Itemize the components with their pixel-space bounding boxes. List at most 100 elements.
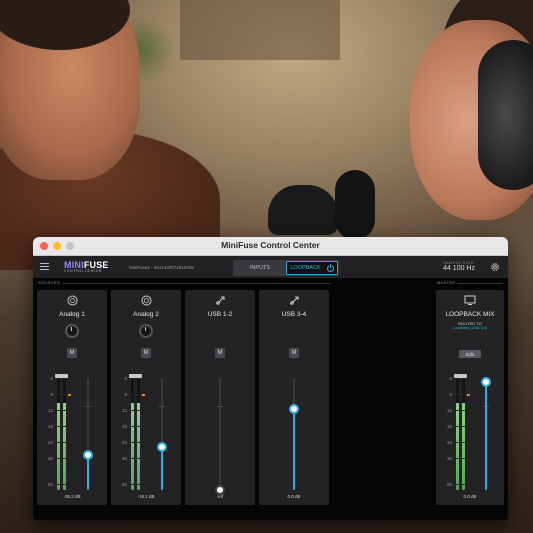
- meter-tick: [57, 378, 60, 379]
- meter-tick: [137, 458, 140, 459]
- meter-tick: [63, 484, 66, 485]
- gain-knob[interactable]: [65, 324, 79, 338]
- meter-scale-label: 12: [47, 408, 53, 413]
- brand-sub: CONTROL CENTER: [64, 269, 102, 273]
- meter-tick: [456, 458, 459, 459]
- tab-inputs[interactable]: INPUTS: [234, 261, 286, 275]
- meter-tick: [456, 426, 459, 427]
- meter-tick: [137, 394, 140, 395]
- meter-scale-label: 18: [121, 424, 127, 429]
- brand-logo: MINIFUSE CONTROL CENTER: [64, 260, 109, 273]
- meter-scale-label: 0: [449, 376, 452, 381]
- volume-fader-handle[interactable]: [83, 450, 93, 460]
- volume-fader-unity-mark: [217, 406, 223, 407]
- shelf: [180, 0, 340, 60]
- meter-fill: [456, 403, 459, 490]
- channel-strip: USB 1-2 M -inf: [185, 290, 255, 505]
- usb-icon: [185, 295, 255, 306]
- menu-icon[interactable]: [40, 263, 49, 272]
- meter-tick: [137, 426, 140, 427]
- meter-scale-label: 0: [124, 376, 127, 381]
- meter-tick: [131, 442, 134, 443]
- channel-name: USB 3-4: [281, 311, 307, 318]
- mute-button[interactable]: M: [67, 348, 77, 358]
- tab-loopback-label: LOOPBACK: [290, 265, 321, 271]
- clip-indicator: [467, 394, 470, 396]
- headphones: [478, 40, 533, 190]
- master-divider: [457, 283, 503, 284]
- mic-icon: [111, 295, 181, 306]
- volume-fader-handle[interactable]: [157, 442, 167, 452]
- edit-button[interactable]: Edit: [459, 350, 481, 358]
- master-fader-handle[interactable]: [481, 377, 491, 387]
- level-meter: [131, 378, 134, 490]
- meter-tick: [462, 426, 465, 427]
- toolbar: MINIFUSE CONTROL CENTER MiniFuse2 - 8441…: [33, 256, 508, 279]
- meter-tick: [57, 458, 60, 459]
- meter-tick: [131, 410, 134, 411]
- title-bar: MiniFuse Control Center: [33, 237, 508, 256]
- meter-tick: [462, 458, 465, 459]
- meter-tick: [456, 442, 459, 443]
- meter-tick: [456, 410, 459, 411]
- meter-scale-label: 6: [50, 392, 53, 397]
- channel-name: Analog 2: [133, 311, 159, 318]
- meter-scale-label: 18: [446, 424, 452, 429]
- meter-tick: [131, 426, 134, 427]
- mixer-area: SOURCES MASTER Analog 1 M 0 6 12 18 24 30 60 -26.…: [33, 278, 508, 520]
- meter-tick: [57, 442, 60, 443]
- window-title: MiniFuse Control Center: [221, 240, 320, 250]
- meter-tick: [63, 378, 66, 379]
- meter-tick: [63, 442, 66, 443]
- meter-fill: [57, 403, 60, 490]
- level-meter: [57, 378, 60, 490]
- meter-scale-label: 60: [121, 482, 127, 487]
- device-label: MiniFuse2 - 8441400673010035: [129, 265, 194, 270]
- meter-tick: [131, 378, 134, 379]
- meter-tick: [456, 484, 459, 485]
- meter-fill: [462, 403, 465, 490]
- master-name: LOOPBACK MIX: [445, 311, 495, 318]
- meter-scale-label: 6: [449, 392, 452, 397]
- meter-tick: [131, 484, 134, 485]
- meter-fill: [137, 403, 140, 490]
- master-fader-fill: [485, 382, 487, 490]
- mute-button[interactable]: M: [215, 348, 225, 358]
- meter-tick: [137, 378, 140, 379]
- volume-fader-unity-mark: [85, 406, 91, 407]
- tab-loopback[interactable]: LOOPBACK: [286, 261, 338, 275]
- meter-scale-label: 6: [124, 392, 127, 397]
- meter-tick: [63, 394, 66, 395]
- volume-fader-fill: [87, 455, 89, 490]
- meter-tick: [137, 442, 140, 443]
- meter-scale-label: 24: [121, 440, 127, 445]
- meter-tick: [57, 484, 60, 485]
- usb-icon: [259, 295, 329, 306]
- gear-icon[interactable]: [490, 262, 500, 272]
- microphone-2: [335, 170, 375, 240]
- gain-knob[interactable]: [139, 324, 153, 338]
- volume-fader-fill: [161, 447, 163, 490]
- routed-to-link[interactable]: Loopback (USB 5-6): [436, 326, 504, 330]
- level-meter: [137, 378, 140, 490]
- channel-strip: Analog 1 M 0 6 12 18 24 30 60 -26.2 dB: [37, 290, 107, 505]
- db-readout: -26.2 dB: [63, 494, 81, 499]
- meter-tick: [137, 484, 140, 485]
- mute-button[interactable]: M: [289, 348, 299, 358]
- level-meter: [63, 378, 66, 490]
- meter-tick: [63, 410, 66, 411]
- channel-strip: USB 3-4 M 0.0 dB: [259, 290, 329, 505]
- master-label: MASTER: [437, 280, 456, 285]
- master-db-readout: 0.0 dB: [463, 494, 477, 499]
- db-readout: -19.1 dB: [137, 494, 155, 499]
- sample-rate-value: 44 100 Hz: [443, 265, 475, 272]
- mute-button[interactable]: M: [141, 348, 151, 358]
- app-window: MiniFuse Control Center MINIFUSE CONTROL…: [33, 237, 508, 520]
- sources-divider: [63, 283, 331, 284]
- volume-fader-handle[interactable]: [289, 404, 299, 414]
- view-switch: INPUTS LOOPBACK: [233, 260, 339, 276]
- meter-fill: [131, 403, 134, 490]
- meter-scale-label: 30: [121, 456, 127, 461]
- meter-scale-label: 12: [446, 408, 452, 413]
- level-meter: [462, 378, 465, 490]
